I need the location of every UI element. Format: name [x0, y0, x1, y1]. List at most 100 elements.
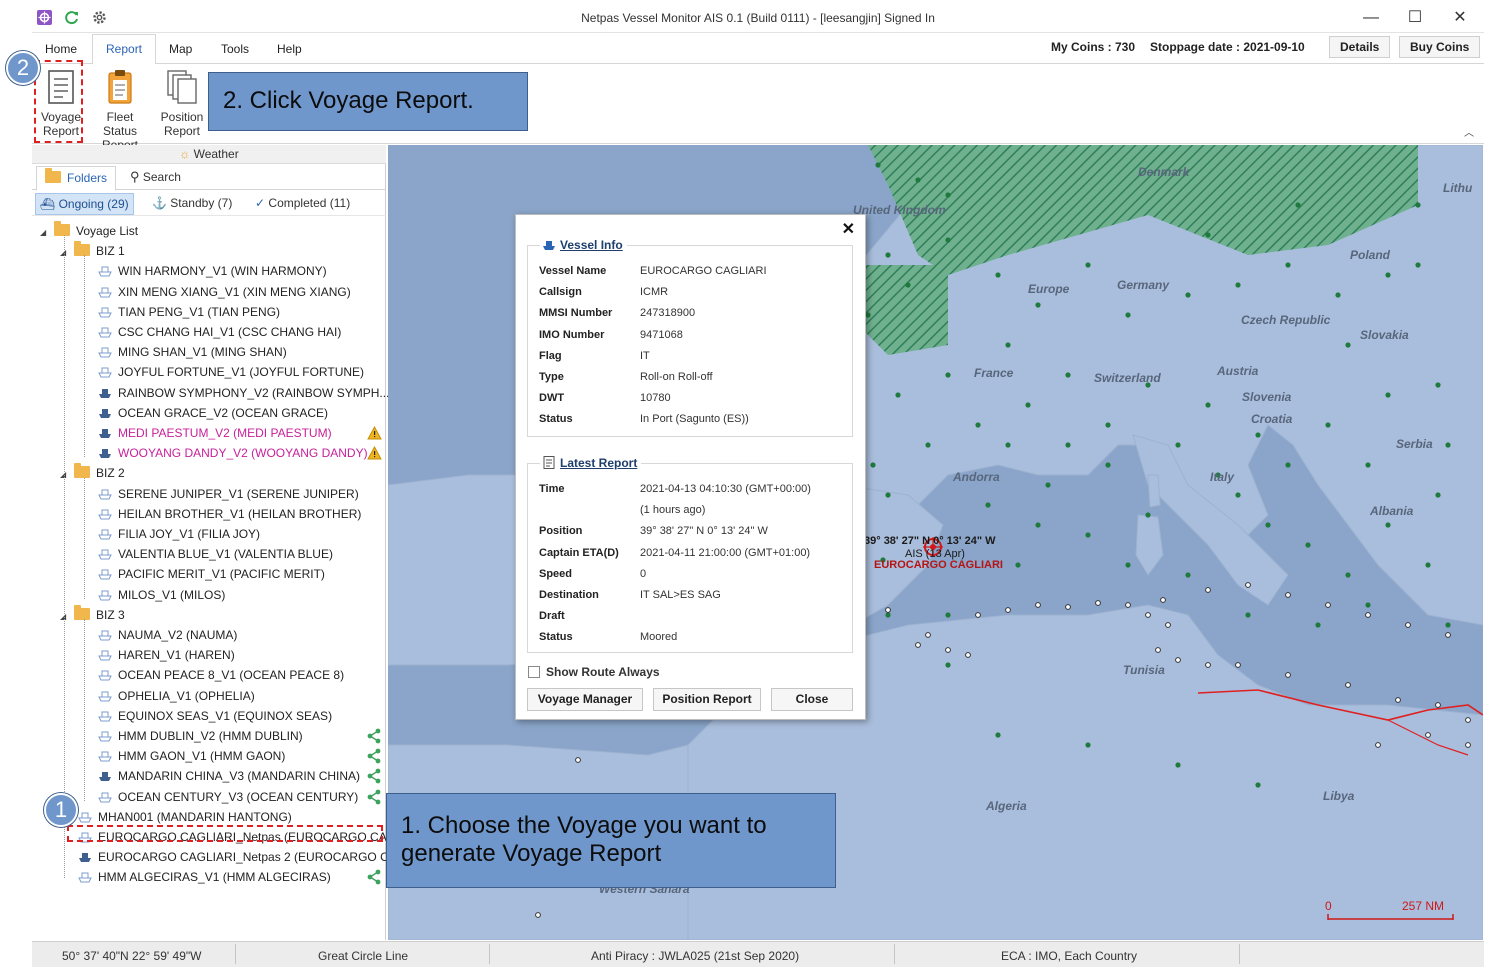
filter-standby[interactable]: ⚓ Standby (7) — [152, 196, 232, 210]
tree-root[interactable]: ◢ Voyage List — [40, 221, 138, 241]
voyage-item[interactable]: HMM DUBLIN_V2 (HMM DUBLIN) — [98, 726, 303, 746]
filter-completed[interactable]: ✓ Completed (11) — [255, 196, 350, 210]
fleet-status-report-button[interactable]: Fleet Status Report — [88, 68, 152, 152]
share-icon[interactable] — [366, 789, 382, 805]
menu-map[interactable]: Map — [169, 42, 192, 56]
weather-bar[interactable]: ☼ Weather — [32, 145, 386, 164]
filter-ongoing[interactable]: ⛴ Ongoing (29) — [35, 193, 134, 215]
vessel-info-title[interactable]: Vessel Info — [540, 238, 627, 252]
voyage-item[interactable]: XIN MENG XIANG_V1 (XIN MENG XIANG) — [98, 282, 351, 302]
voyage-item[interactable]: MEDI PAESTUM_V2 (MEDI PAESTUM) — [98, 423, 332, 443]
check-icon: ✓ — [255, 196, 266, 210]
voyage-item[interactable]: HMM ALGECIRAS_V1 (HMM ALGECIRAS) — [78, 867, 331, 887]
show-route-checkbox[interactable]: Show Route Always — [528, 665, 660, 679]
status-separator — [894, 944, 895, 964]
info-key: Callsign — [539, 286, 582, 299]
tab-folders-label: Folders — [67, 171, 108, 185]
voyage-item[interactable]: JOYFUL FORTUNE_V1 (JOYFUL FORTUNE) — [98, 362, 364, 382]
menu-report[interactable]: Report — [92, 34, 157, 65]
folder-icon — [54, 221, 70, 236]
menu-help[interactable]: Help — [277, 42, 302, 56]
voyage-item[interactable]: HMM GAON_V1 (HMM GAON) — [98, 746, 285, 766]
info-key: MMSI Number — [539, 307, 613, 320]
info-key: Status — [539, 413, 573, 426]
voyage-item[interactable]: MILOS_V1 (MILOS) — [98, 585, 225, 605]
voyage-item-label: HMM ALGECIRAS_V1 (HMM ALGECIRAS) — [98, 870, 331, 885]
voyage-item[interactable]: TIAN PENG_V1 (TIAN PENG) — [98, 302, 280, 322]
eca-info[interactable]: ECA : IMO, Each Country — [1001, 949, 1137, 963]
collapse-icon[interactable]: ◢ — [60, 243, 70, 263]
voyage-outline-icon — [98, 751, 112, 762]
info-value: In Port (Sagunto (ES)) — [640, 413, 749, 426]
voyage-item-label: OCEAN GRACE_V2 (OCEAN GRACE) — [118, 405, 329, 420]
voyage-item[interactable]: OCEAN CENTURY_V3 (OCEAN CENTURY) — [98, 787, 358, 807]
info-key: Status — [539, 631, 573, 644]
tree-guide-line — [84, 255, 85, 458]
voyage-item[interactable]: WOOYANG DANDY_V2 (WOOYANG DANDY) — [98, 443, 368, 463]
popup-close-icon[interactable]: ✕ — [842, 219, 855, 239]
voyage-item[interactable]: VALENTIA BLUE_V1 (VALENTIA BLUE) — [98, 544, 333, 564]
folder-group[interactable]: ◢ BIZ 1 — [60, 241, 125, 261]
voyage-item[interactable]: FILIA JOY_V1 (FILIA JOY) — [98, 524, 260, 544]
left-tabs: Folders ⚲ Search — [32, 166, 386, 191]
label-slovakia: Slovakia — [1360, 328, 1409, 342]
voyage-item-label: WOOYANG DANDY_V2 (WOOYANG DANDY) — [118, 446, 368, 461]
position-report-popup-button[interactable]: Position Report — [653, 688, 761, 711]
voyage-item[interactable]: MANDARIN CHINA_V3 (MANDARIN CHINA) — [98, 766, 360, 786]
ship-icon — [543, 241, 555, 250]
share-icon[interactable] — [366, 768, 382, 784]
filter-completed-label: Completed (11) — [268, 196, 351, 210]
voyage-item-label: XIN MENG XIANG_V1 (XIN MENG XIANG) — [118, 284, 351, 299]
voyage-item-label: EUROCARGO CAGLIARI_Netpas 2 (EUROCARGO C… — [98, 850, 407, 865]
label-slovenia: Slovenia — [1242, 390, 1292, 404]
line-mode[interactable]: Great Circle Line — [318, 949, 408, 963]
voyage-item[interactable]: OCEAN PEACE 8_V1 (OCEAN PEACE 8) — [98, 665, 344, 685]
maximize-button[interactable]: ☐ — [1400, 7, 1430, 29]
voyage-item-label: MHAN001 (MANDARIN HANTONG) — [98, 809, 292, 824]
tab-search[interactable]: ⚲ Search — [130, 169, 181, 185]
popup-close-button[interactable]: Close — [771, 688, 853, 711]
collapse-icon[interactable]: ◢ — [60, 465, 70, 485]
share-icon[interactable] — [366, 748, 382, 764]
voyage-item[interactable]: PACIFIC MERIT_V1 (PACIFIC MERIT) — [98, 564, 325, 584]
voyage-item[interactable]: HAREN_V1 (HAREN) — [98, 645, 235, 665]
voyage-item[interactable]: MING SHAN_V1 (MING SHAN) — [98, 342, 287, 362]
ship-icon — [99, 388, 111, 398]
voyage-item[interactable]: EQUINOX SEAS_V1 (EQUINOX SEAS) — [98, 706, 332, 726]
position-report-button[interactable]: Position Report — [154, 68, 210, 138]
share-icon[interactable] — [366, 728, 382, 744]
menu-tools[interactable]: Tools — [221, 42, 249, 56]
ship-icon — [79, 853, 91, 863]
folder-group[interactable]: ◢ BIZ 3 — [60, 604, 125, 627]
voyage-item[interactable]: CSC CHANG HAI_V1 (CSC CHANG HAI) — [98, 322, 341, 342]
voyage-item[interactable]: MHAN001 (MANDARIN HANTONG) — [78, 807, 292, 827]
ribbon-collapse-icon[interactable]: ︿ — [1464, 124, 1474, 139]
voyage-item-label: WIN HARMONY_V1 (WIN HARMONY) — [118, 264, 327, 279]
tab-folders[interactable]: Folders — [36, 166, 117, 191]
voyage-item[interactable]: RAINBOW SYMPHONY_V2 (RAINBOW SYMPH... — [98, 383, 389, 403]
latest-report-title[interactable]: Latest Report — [540, 456, 642, 470]
folder-group[interactable]: ◢ BIZ 2 — [60, 463, 125, 483]
collapse-icon[interactable]: ◢ — [60, 607, 70, 627]
menu-home[interactable]: Home — [45, 42, 77, 56]
anti-piracy[interactable]: Anti Piracy : JWLA025 (21st Sep 2020) — [591, 949, 799, 963]
voyage-item[interactable]: OCEAN GRACE_V2 (OCEAN GRACE) — [98, 403, 328, 423]
checkbox-box[interactable] — [528, 666, 540, 678]
voyage-manager-button[interactable]: Voyage Manager — [527, 688, 643, 711]
minimize-button[interactable]: — — [1356, 7, 1386, 29]
info-value: IT SAL>ES SAG — [640, 589, 721, 601]
voyage-item[interactable]: SERENE JUNIPER_V1 (SERENE JUNIPER) — [98, 484, 359, 504]
buy-coins-button[interactable]: Buy Coins — [1399, 36, 1481, 58]
details-button[interactable]: Details — [1329, 36, 1391, 58]
voyage-item[interactable]: OPHELIA_V1 (OPHELIA) — [98, 686, 255, 706]
voyage-item[interactable]: EUROCARGO CAGLIARI_Netpas 2 (EUROCARGO C… — [78, 847, 407, 867]
close-window-button[interactable]: ✕ — [1445, 7, 1475, 29]
voyage-item[interactable]: NAUMA_V2 (NAUMA) — [98, 625, 237, 645]
voyage-item[interactable]: HEILAN BROTHER_V1 (HEILAN BROTHER) — [98, 504, 361, 524]
info-value: IT — [640, 349, 650, 362]
share-icon[interactable] — [366, 869, 382, 885]
voyage-item[interactable]: WIN HARMONY_V1 (WIN HARMONY) — [98, 261, 327, 281]
info-value: (1 hours ago) — [640, 504, 706, 517]
collapse-icon[interactable]: ◢ — [40, 223, 50, 243]
label-algeria: Algeria — [986, 799, 1027, 813]
